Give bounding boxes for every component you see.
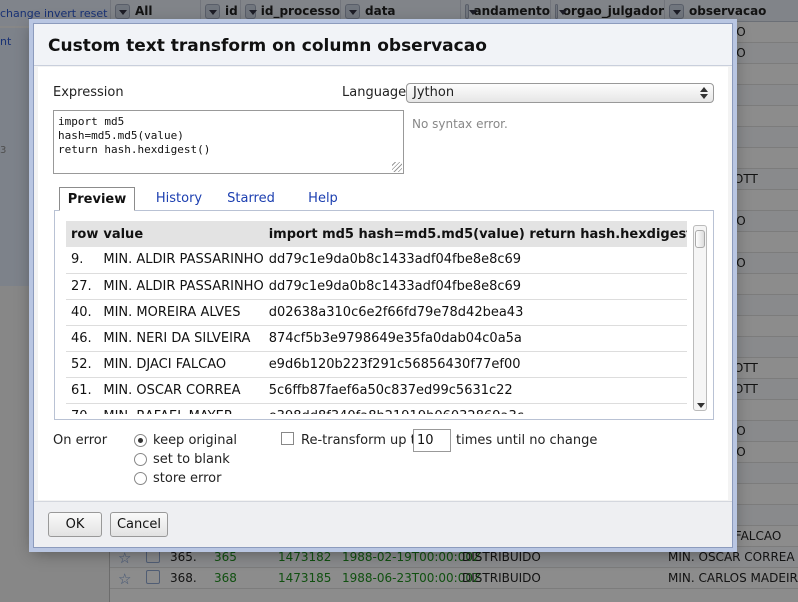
keep-original-label[interactable]: keep original <box>153 433 237 448</box>
preview-cell-row: 40. <box>66 299 99 326</box>
language-select[interactable]: Jython <box>406 83 714 103</box>
radio-keep-original[interactable] <box>134 434 147 447</box>
preview-cell-value: MIN. NERI DA SILVEIRA <box>98 325 264 352</box>
preview-cell-result: d02638a310c6e2f66fd79e78d42bea43 <box>263 299 687 326</box>
preview-cell-row: 27. <box>66 273 99 300</box>
preview-cell-result: e9d6b120b223f291c56856430f77ef00 <box>263 351 687 378</box>
radio-store-error[interactable] <box>134 472 147 485</box>
preview-cell-row: 52. <box>66 351 99 378</box>
scroll-thumb[interactable] <box>695 230 705 248</box>
preview-rows: 9. MIN. ALDIR PASSARINHO dd79c1e9da0b8c143… <box>66 247 687 414</box>
syntax-status: No syntax error. <box>412 117 508 131</box>
header-row: row <box>66 221 99 247</box>
preview-cell-result: e398dd8f340fa8b21919b06032869a3c <box>263 403 687 414</box>
tab-starred[interactable]: Starred <box>215 187 287 211</box>
preview-scrollbar[interactable] <box>693 225 707 411</box>
preview-row: 46. MIN. NERI DA SILVEIRA 874cf5b3e9798649… <box>66 325 687 352</box>
custom-transform-dialog: Custom text transform on column observac… <box>33 23 733 548</box>
header-value: value <box>98 221 264 247</box>
ok-button[interactable]: OK <box>48 512 102 537</box>
select-arrows-icon <box>699 86 709 100</box>
scroll-down-icon[interactable] <box>697 403 705 408</box>
preview-scroll-area[interactable]: row value import md5 hash=md5.md5(value)… <box>66 221 687 414</box>
set-to-blank-label[interactable]: set to blank <box>153 452 230 467</box>
dialog-title: Custom text transform on column observac… <box>34 24 732 66</box>
on-error-label: On error <box>53 433 108 448</box>
preview-cell-value: MIN. MOREIRA ALVES <box>98 299 264 326</box>
resize-grip-icon[interactable] <box>392 162 402 172</box>
expression-textarea[interactable]: import md5 hash=md5.md5(value) return ha… <box>53 110 404 174</box>
preview-row: 52. MIN. DJACI FALCAO e9d6b120b223f291c568… <box>66 351 687 378</box>
preview-cell-result: 874cf5b3e9798649e35fa0dab04c0a5a <box>263 325 687 352</box>
tab-preview[interactable]: Preview <box>59 187 135 211</box>
cancel-button[interactable]: Cancel <box>110 512 168 537</box>
preview-cell-row: 9. <box>66 247 99 274</box>
preview-panel: row value import md5 hash=md5.md5(value)… <box>54 210 714 420</box>
preview-row: 9. MIN. ALDIR PASSARINHO dd79c1e9da0b8c143… <box>66 247 687 274</box>
preview-cell-value: MIN. RAFAEL MAYER <box>98 403 264 414</box>
tab-history[interactable]: History <box>143 187 215 211</box>
preview-cell-value: MIN. ALDIR PASSARINHO <box>98 273 264 300</box>
preview-cell-result: dd79c1e9da0b8c1433adf04fbe8e8c69 <box>263 273 687 300</box>
preview-cell-value: MIN. DJACI FALCAO <box>98 351 264 378</box>
preview-table: row value import md5 hash=md5.md5(value)… <box>66 221 687 414</box>
retransform-label: Re-transform up to <box>301 433 424 448</box>
tab-bar: Preview History Starred Help <box>59 187 709 211</box>
preview-row: 40. MIN. MOREIRA ALVES d02638a310c6e2f66fd… <box>66 299 687 326</box>
store-error-label[interactable]: store error <box>153 471 222 486</box>
preview-row: 70.MIN. RAFAEL MAYERe398dd8f340fa8b21919… <box>66 403 687 414</box>
radio-set-to-blank[interactable] <box>134 453 147 466</box>
header-expression: import md5 hash=md5.md5(value) return ha… <box>263 221 687 247</box>
retransform-suffix: times until no change <box>456 433 598 448</box>
tab-help[interactable]: Help <box>287 187 359 211</box>
preview-cell-row: 61. <box>66 377 99 404</box>
dialog-body: Expression Language Jython import md5 ha… <box>38 67 728 500</box>
retransform-checkbox[interactable] <box>281 432 294 445</box>
preview-row: 61. MIN. OSCAR CORREA 5c6ffb87faef6a50c837… <box>66 377 687 404</box>
preview-cell-result: dd79c1e9da0b8c1433adf04fbe8e8c69 <box>263 247 687 274</box>
expression-label: Expression <box>53 85 124 100</box>
language-label: Language <box>342 85 407 100</box>
preview-cell-row: 70. <box>66 403 99 414</box>
retransform-times-input[interactable]: 10 <box>413 429 451 452</box>
preview-row: 27. MIN. ALDIR PASSARINHO dd79c1e9da0b8c14… <box>66 273 687 300</box>
preview-cell-value: MIN. OSCAR CORREA <box>98 377 264 404</box>
preview-header-row: row value import md5 hash=md5.md5(value)… <box>66 221 687 247</box>
preview-cell-value: MIN. ALDIR PASSARINHO <box>98 247 264 274</box>
dialog-footer: OK Cancel <box>34 501 732 547</box>
preview-cell-result: 5c6ffb87faef6a50c837ed99c5631c22 <box>263 377 687 404</box>
preview-cell-row: 46. <box>66 325 99 352</box>
